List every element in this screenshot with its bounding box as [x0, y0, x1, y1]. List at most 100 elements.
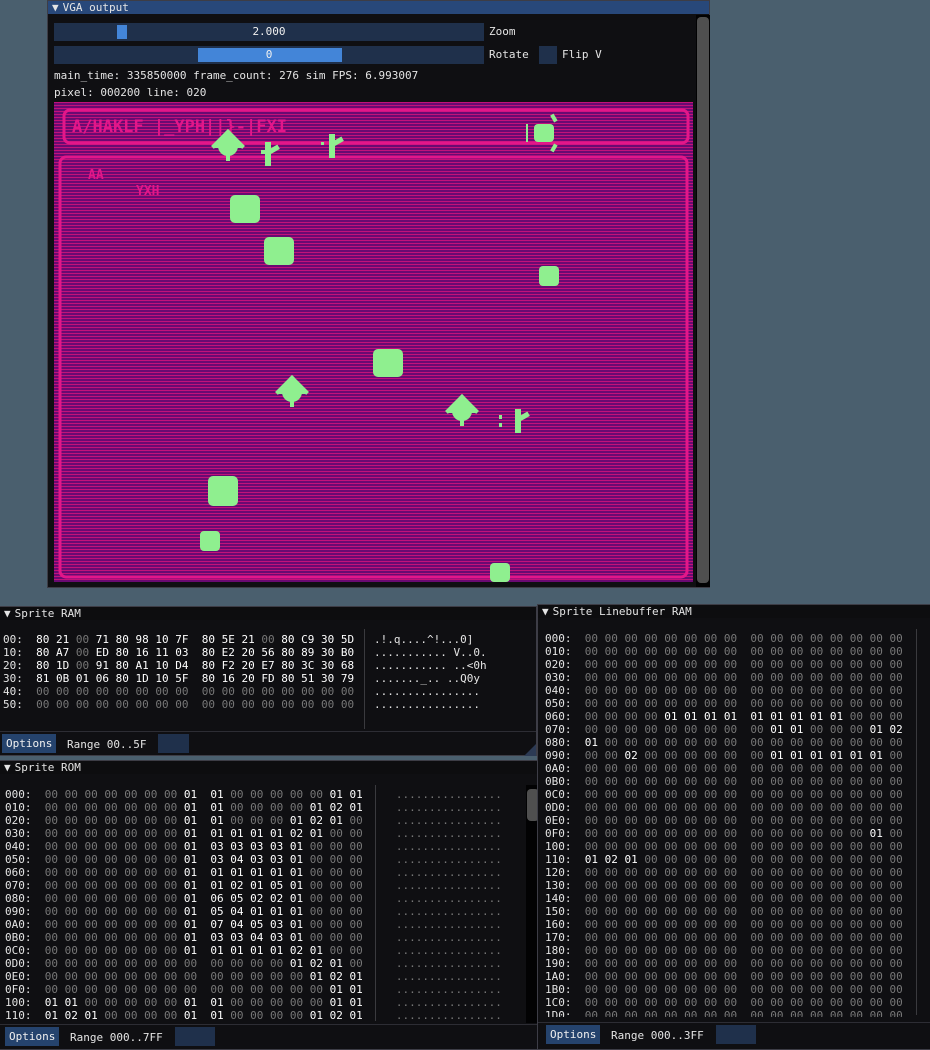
hex-byte: 00	[704, 866, 718, 879]
hex-byte: 00	[723, 866, 738, 879]
collapse-triangle-icon[interactable]: ▼	[4, 761, 11, 774]
hex-byte: 98	[135, 633, 149, 646]
hex-byte: 00	[829, 840, 844, 853]
hex-row: 1C0: 00 00 00 00 00 00 00 00 00 00 00 00…	[545, 996, 909, 1009]
hex-byte: 00	[210, 957, 224, 970]
hex-byte: 00	[624, 970, 638, 983]
hex-byte: 00	[723, 814, 738, 827]
vga-scrollbar[interactable]	[696, 15, 710, 587]
hex-byte: 00	[750, 905, 764, 918]
hex-byte: 00	[810, 762, 824, 775]
window-title: VGA output	[62, 1, 129, 14]
hex-byte: 00	[750, 918, 764, 931]
hex-byte: 00	[261, 633, 275, 646]
sprite-ram-title-bar[interactable]: ▼ Sprite RAM	[0, 607, 536, 620]
rotate-slider[interactable]: 0	[54, 46, 484, 64]
hex-byte: 00	[664, 814, 678, 827]
options-button[interactable]: Options	[546, 1025, 601, 1044]
hex-byte: 01	[183, 1009, 198, 1022]
hex-byte: 00	[644, 853, 658, 866]
hex-byte: 00	[684, 749, 698, 762]
hex-byte: 00	[704, 632, 718, 645]
sprite-ram-hex-view[interactable]: 00: 80 21 00 71 80 98 10 7F 80 5E 21 00 …	[3, 633, 487, 711]
collapse-triangle-icon[interactable]: ▼	[52, 1, 59, 14]
hex-ascii: ................	[395, 788, 502, 801]
sprite-rom-hex-view[interactable]: 000: 00 00 00 00 00 00 00 01 01 00 00 00…	[5, 788, 502, 1022]
hex-byte: 00	[770, 645, 784, 658]
linebuffer-title-bar[interactable]: ▼ Sprite Linebuffer RAM	[538, 605, 930, 618]
column-separator	[375, 785, 376, 1021]
hex-byte: 20	[241, 646, 255, 659]
hex-byte: 00	[644, 957, 658, 970]
hex-byte: 00	[810, 632, 824, 645]
rotate-label: Rotate	[489, 48, 529, 61]
range-input[interactable]	[158, 734, 189, 753]
zoom-slider[interactable]: 2.000	[54, 23, 484, 41]
hex-byte: 00	[723, 749, 738, 762]
hex-byte: 00	[790, 970, 804, 983]
hex-byte: 00	[349, 879, 363, 892]
hex-byte: 00	[849, 671, 863, 684]
collapse-triangle-icon[interactable]: ▼	[542, 605, 549, 618]
vga-scrollbar-thumb[interactable]	[697, 17, 709, 583]
hex-byte: 01	[75, 672, 90, 685]
hex-byte: 00	[124, 788, 138, 801]
hex-byte: 03	[270, 840, 284, 853]
hex-byte: 00	[644, 827, 658, 840]
hex-byte: 00	[790, 879, 804, 892]
hex-byte: 00	[723, 983, 738, 996]
hex-ascii: ................	[395, 879, 502, 892]
hex-byte: 00	[664, 645, 678, 658]
hex-byte: 00	[684, 827, 698, 840]
hex-byte: 00	[704, 1009, 718, 1017]
hex-address: 30:	[3, 672, 37, 685]
hex-byte: 03	[270, 853, 284, 866]
options-button[interactable]: Options	[2, 734, 57, 753]
options-button[interactable]: Options	[5, 1027, 60, 1046]
hex-byte: 00	[723, 918, 738, 931]
hex-row: 0F0: 00 00 00 00 00 00 00 00 00 00 00 00…	[5, 983, 502, 996]
vga-output-window: ▼ VGA output 2.000 Zoom 0 Rotate Flip V m…	[47, 0, 710, 588]
hex-address: 0E0:	[545, 814, 585, 827]
hex-byte: 01	[810, 710, 824, 723]
hex-byte: 00	[604, 658, 618, 671]
hex-address: 0F0:	[545, 827, 585, 840]
range-input[interactable]	[175, 1027, 215, 1046]
hex-byte: 00	[750, 866, 764, 879]
sprite-blob-4	[373, 349, 403, 377]
hex-byte: 00	[869, 710, 883, 723]
hex-byte: 00	[770, 736, 784, 749]
resize-grip-icon[interactable]	[524, 744, 536, 756]
hex-byte: 00	[770, 840, 784, 853]
hex-byte: 1D	[56, 659, 70, 672]
hex-byte: 00	[124, 905, 138, 918]
hex-byte: 00	[684, 840, 698, 853]
hex-byte: 00	[624, 645, 638, 658]
hex-byte: 01	[250, 879, 264, 892]
hex-byte: 01	[210, 1009, 224, 1022]
hex-byte: 00	[790, 866, 804, 879]
hex-byte: 00	[624, 632, 638, 645]
hex-byte: 00	[829, 866, 844, 879]
hex-byte: 00	[790, 983, 804, 996]
range-input[interactable]	[716, 1025, 756, 1044]
sprite-rom-title-bar[interactable]: ▼ Sprite ROM	[0, 761, 547, 774]
hex-byte: 01	[84, 1009, 98, 1022]
hex-row: 1D0: 00 00 00 00 00 00 00 00 00 00 00 00…	[545, 1009, 909, 1017]
hex-byte: 00	[750, 931, 764, 944]
hex-byte: 00	[889, 814, 903, 827]
hex-byte: 00	[770, 905, 784, 918]
hex-byte: 01	[329, 996, 343, 1009]
vga-output-title-bar[interactable]: ▼ VGA output	[48, 1, 709, 14]
hex-byte: 00	[584, 918, 598, 931]
hex-byte: 00	[790, 775, 804, 788]
flip-v-checkbox[interactable]	[539, 46, 557, 64]
hex-address: 100:	[545, 840, 585, 853]
collapse-triangle-icon[interactable]: ▼	[4, 607, 11, 620]
hex-byte: 00	[810, 801, 824, 814]
linebuffer-hex-view[interactable]: 000: 00 00 00 00 00 00 00 00 00 00 00 00…	[545, 632, 909, 1017]
hex-ascii: ................	[395, 931, 502, 944]
hex-byte: 01	[270, 944, 284, 957]
hex-byte: 00	[604, 710, 618, 723]
hex-byte: 00	[664, 697, 678, 710]
